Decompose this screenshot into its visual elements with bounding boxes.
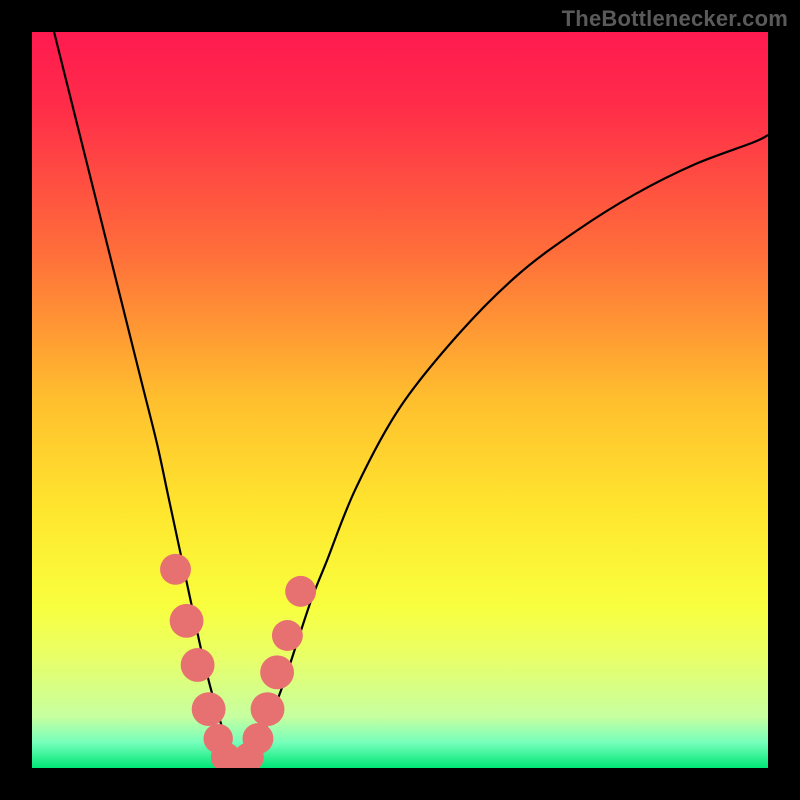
data-marker	[251, 692, 285, 726]
data-marker	[260, 655, 294, 689]
data-marker	[192, 692, 226, 726]
data-marker	[160, 554, 191, 585]
plot-area	[32, 32, 768, 768]
data-marker	[242, 723, 273, 754]
watermark: TheBottlenecker.com	[562, 6, 788, 32]
gradient-background	[32, 32, 768, 768]
chart-frame: TheBottlenecker.com	[0, 0, 800, 800]
data-marker	[272, 620, 303, 651]
data-marker	[170, 604, 204, 638]
data-marker	[181, 648, 215, 682]
plot-svg	[32, 32, 768, 768]
data-marker	[285, 576, 316, 607]
